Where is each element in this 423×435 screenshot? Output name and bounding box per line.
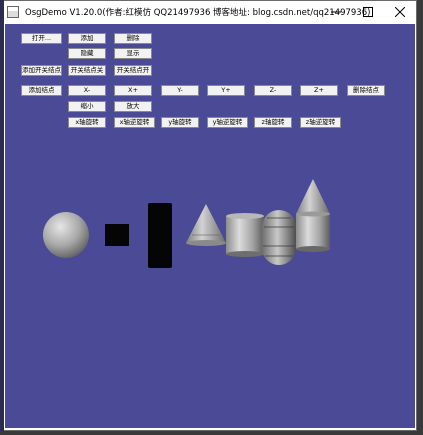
box-object xyxy=(148,203,172,268)
window-controls xyxy=(320,1,416,23)
app-window: OsgDemo V1.20.0(作者:红模仿 QQ21497936 博客地址: … xyxy=(0,0,417,431)
maximize-icon xyxy=(363,7,373,17)
title-bar[interactable]: OsgDemo V1.20.0(作者:红模仿 QQ21497936 博客地址: … xyxy=(1,1,416,23)
sphere-object xyxy=(43,212,89,258)
maximize-button[interactable] xyxy=(352,1,384,23)
window-title: OsgDemo V1.20.0(作者:红模仿 QQ21497936 博客地址: … xyxy=(25,8,371,18)
close-button[interactable] xyxy=(384,1,416,23)
cylinder-object xyxy=(226,213,264,257)
left-edge-strip xyxy=(0,0,4,431)
capsule-object xyxy=(262,210,296,265)
osg-viewport[interactable]: 打开... 添加 删除 隐藏 显示 添加开关结点 开关结点关 开关结点开 添加结… xyxy=(5,24,415,428)
rocket-object xyxy=(296,179,330,252)
cube-object xyxy=(105,224,129,246)
close-icon xyxy=(395,7,405,17)
cone-object xyxy=(186,204,226,246)
scene-canvas xyxy=(43,179,330,268)
minimize-icon xyxy=(331,11,341,13)
app-icon xyxy=(7,6,19,18)
minimize-button[interactable] xyxy=(320,1,352,23)
